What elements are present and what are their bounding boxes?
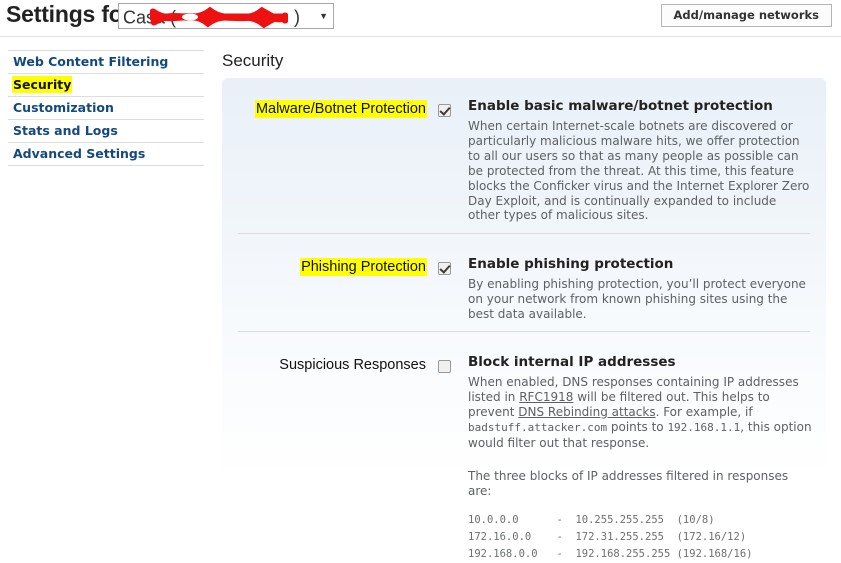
sidebar-item-label: Web Content Filtering [13, 54, 169, 69]
option-description: When certain Internet-scale botnets are … [468, 119, 810, 223]
section-label-col: Suspicious Responses [238, 354, 438, 563]
sidebar-item-advanced-settings[interactable]: Advanced Settings [8, 143, 204, 166]
section-label: Phishing Protection [301, 259, 426, 275]
sidebar-item-label: Customization [13, 100, 114, 115]
checkbox-col [438, 98, 468, 223]
sidebar-item-label: Stats and Logs [13, 123, 118, 138]
desc-text-part-4: points to [607, 419, 668, 434]
page-header: Settings for: Casa () ▼ Add/manage netwo… [0, 0, 841, 36]
sidebar-item-security[interactable]: Security [8, 74, 204, 97]
section-suspicious-responses: Suspicious Responses Block internal IP a… [222, 354, 826, 563]
network-select-value: Casa ( [123, 7, 177, 28]
network-select-value-suffix: ) [294, 7, 301, 28]
option-description: By enabling phishing protection, you’ll … [468, 277, 806, 321]
section-label-col: Phishing Protection [238, 256, 438, 322]
security-settings-panel: Malware/Botnet Protection Enable basic m… [222, 78, 826, 560]
add-manage-networks-button[interactable]: Add/manage networks [660, 4, 832, 27]
section-label-col: Malware/Botnet Protection [238, 98, 438, 223]
header-divider [0, 36, 841, 37]
section-body: Enable phishing protection By enabling p… [468, 256, 812, 322]
section-divider [238, 331, 810, 332]
option-title: Block internal IP addresses [468, 354, 676, 370]
sidebar-item-label: Security [13, 77, 72, 92]
desc-text-part-3: . For example, if [655, 404, 753, 419]
section-phishing-protection: Phishing Protection Enable phishing prot… [222, 256, 826, 322]
example-domain: badstuff.attacker.com [468, 420, 608, 434]
enable-malware-protection-checkbox[interactable] [438, 104, 451, 117]
section-label: Suspicious Responses [279, 357, 426, 373]
dns-rebinding-attacks-link[interactable]: DNS Rebinding attacks [518, 405, 655, 419]
section-divider [238, 233, 810, 234]
sidebar-item-web-content-filtering[interactable]: Web Content Filtering [8, 50, 204, 74]
ip-blocks-intro: The three blocks of IP addresses filtere… [468, 468, 789, 498]
enable-phishing-protection-checkbox[interactable] [438, 262, 451, 275]
option-title: Enable phishing protection [468, 256, 674, 272]
checkbox-col [438, 354, 468, 563]
section-body: Block internal IP addresses When enabled… [468, 354, 812, 563]
sidebar-item-label: Advanced Settings [13, 146, 146, 161]
section-label: Malware/Botnet Protection [255, 101, 426, 117]
rfc1918-link[interactable]: RFC1918 [519, 390, 573, 404]
network-select-dropdown[interactable]: Casa () ▼ [118, 3, 334, 29]
example-ip: 192.168.1.1 [667, 420, 741, 434]
option-title: Enable basic malware/botnet protection [468, 98, 773, 114]
sidebar-item-stats-and-logs[interactable]: Stats and Logs [8, 120, 204, 143]
option-description: When enabled, DNS responses containing I… [468, 375, 812, 451]
section-malware-botnet-protection: Malware/Botnet Protection Enable basic m… [222, 98, 826, 223]
section-body: Enable basic malware/botnet protection W… [468, 98, 812, 223]
chevron-down-icon: ▼ [319, 11, 328, 21]
page-title: Security [222, 51, 284, 70]
ip-blocks-list: 10.0.0.0 - 10.255.255.255 (10/8) 172.16.… [468, 513, 753, 560]
checkbox-col [438, 256, 468, 322]
block-internal-ip-addresses-checkbox[interactable] [438, 360, 451, 373]
sidebar-item-customization[interactable]: Customization [8, 97, 204, 120]
sidebar-nav: Web Content Filtering Security Customiza… [8, 50, 204, 166]
